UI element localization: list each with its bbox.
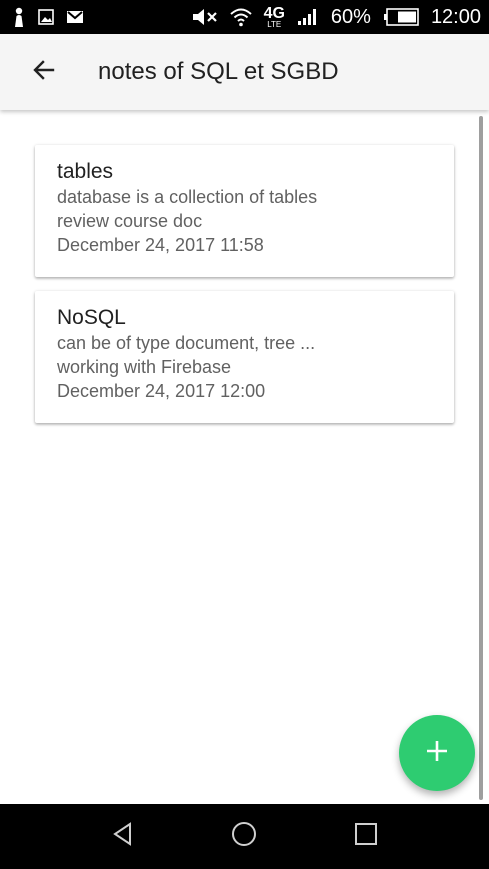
battery-percent: 60%	[330, 6, 371, 28]
system-nav-bar	[0, 804, 489, 869]
nav-recents-button[interactable]	[336, 807, 396, 867]
home-circle-icon	[230, 820, 258, 853]
arrow-back-icon	[32, 58, 56, 87]
note-card[interactable]: NoSQL can be of type document, tree ... …	[35, 291, 454, 423]
network-subtype: LTE	[267, 19, 282, 29]
recents-square-icon	[354, 822, 378, 851]
scrollbar[interactable]	[479, 116, 483, 800]
status-bar: 4G LTE 60% 12:00	[0, 0, 489, 34]
back-button[interactable]	[16, 44, 72, 100]
person-icon	[12, 7, 26, 27]
back-triangle-icon	[110, 821, 136, 852]
mute-icon	[192, 7, 218, 27]
app-bar: notes of SQL et SGBD	[0, 34, 489, 110]
note-card[interactable]: tables database is a collection of table…	[35, 145, 454, 277]
note-date: December 24, 2017 12:00	[57, 381, 266, 401]
nav-back-button[interactable]	[93, 807, 153, 867]
clock: 12:00	[430, 6, 481, 28]
page-title: notes of SQL et SGBD	[98, 58, 339, 85]
image-icon	[38, 9, 54, 25]
plus-icon	[425, 739, 449, 768]
note-line: working with Firebase	[57, 357, 232, 377]
note-date: December 24, 2017 11:58	[57, 235, 264, 255]
note-title: tables	[57, 160, 114, 183]
network-indicator: 4G LTE	[264, 5, 285, 29]
nav-home-button[interactable]	[214, 807, 274, 867]
wifi-icon	[229, 7, 252, 27]
note-line: can be of type document, tree ...	[57, 333, 316, 353]
status-bar-right: 4G LTE 60% 12:00	[192, 0, 481, 34]
note-line: database is a collection of tables	[57, 187, 318, 207]
note-line: review course doc	[57, 211, 203, 231]
gmail-icon	[66, 10, 84, 24]
notes-list: tables database is a collection of table…	[0, 110, 489, 804]
note-title: NoSQL	[57, 306, 126, 329]
battery-icon	[383, 8, 419, 26]
signal-icon	[297, 8, 319, 26]
status-bar-left	[12, 7, 84, 27]
add-note-button[interactable]	[399, 715, 475, 791]
